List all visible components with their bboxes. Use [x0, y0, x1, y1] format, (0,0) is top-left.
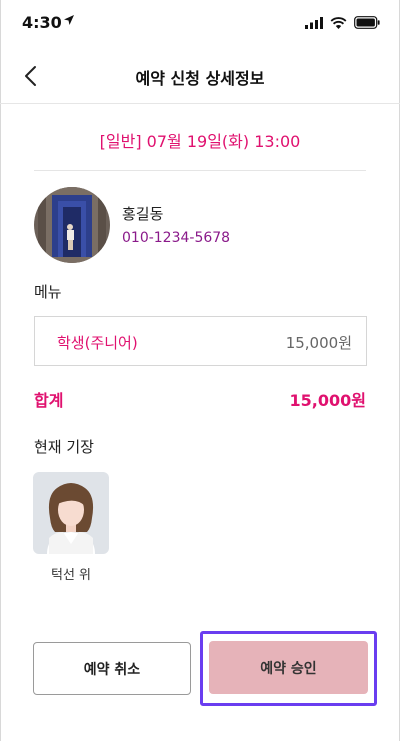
customer-avatar	[34, 187, 110, 263]
signal-icon	[305, 16, 323, 29]
status-time: 4:30	[22, 13, 62, 32]
menu-item-name: 학생(주니어)	[57, 334, 138, 352]
hair-length-card[interactable]	[33, 472, 109, 554]
customer-name: 홍길동	[122, 205, 164, 223]
current-length-label: 현재 기장	[34, 438, 94, 456]
page-title: 예약 신청 상세정보	[135, 69, 265, 88]
woman-avatar-icon	[47, 483, 95, 554]
status-icons	[305, 16, 380, 29]
cancel-reservation-button[interactable]: 예약 취소	[33, 642, 191, 695]
menu-item: 학생(주니어) 15,000원	[34, 316, 367, 366]
total-label: 합계	[34, 391, 64, 410]
battery-icon	[354, 16, 380, 29]
customer-phone[interactable]: 010-1234-5678	[122, 230, 230, 246]
status-bar: 4:30	[0, 0, 400, 48]
divider	[34, 170, 366, 171]
nav-header: 예약 신청 상세정보	[0, 48, 400, 104]
location-arrow-icon	[64, 15, 74, 25]
wifi-icon	[330, 16, 347, 29]
approve-reservation-button[interactable]: 예약 승인	[209, 641, 368, 694]
menu-item-price: 15,000원	[285, 334, 352, 352]
hair-length-name: 턱선 위	[50, 568, 91, 583]
app-frame	[0, 0, 400, 741]
customer-photo	[34, 187, 110, 263]
menu-section-label: 메뉴	[34, 283, 62, 301]
total-value: 15,000원	[289, 391, 366, 410]
reservation-date: [일반] 07월 19일(화) 13:00	[99, 132, 301, 151]
